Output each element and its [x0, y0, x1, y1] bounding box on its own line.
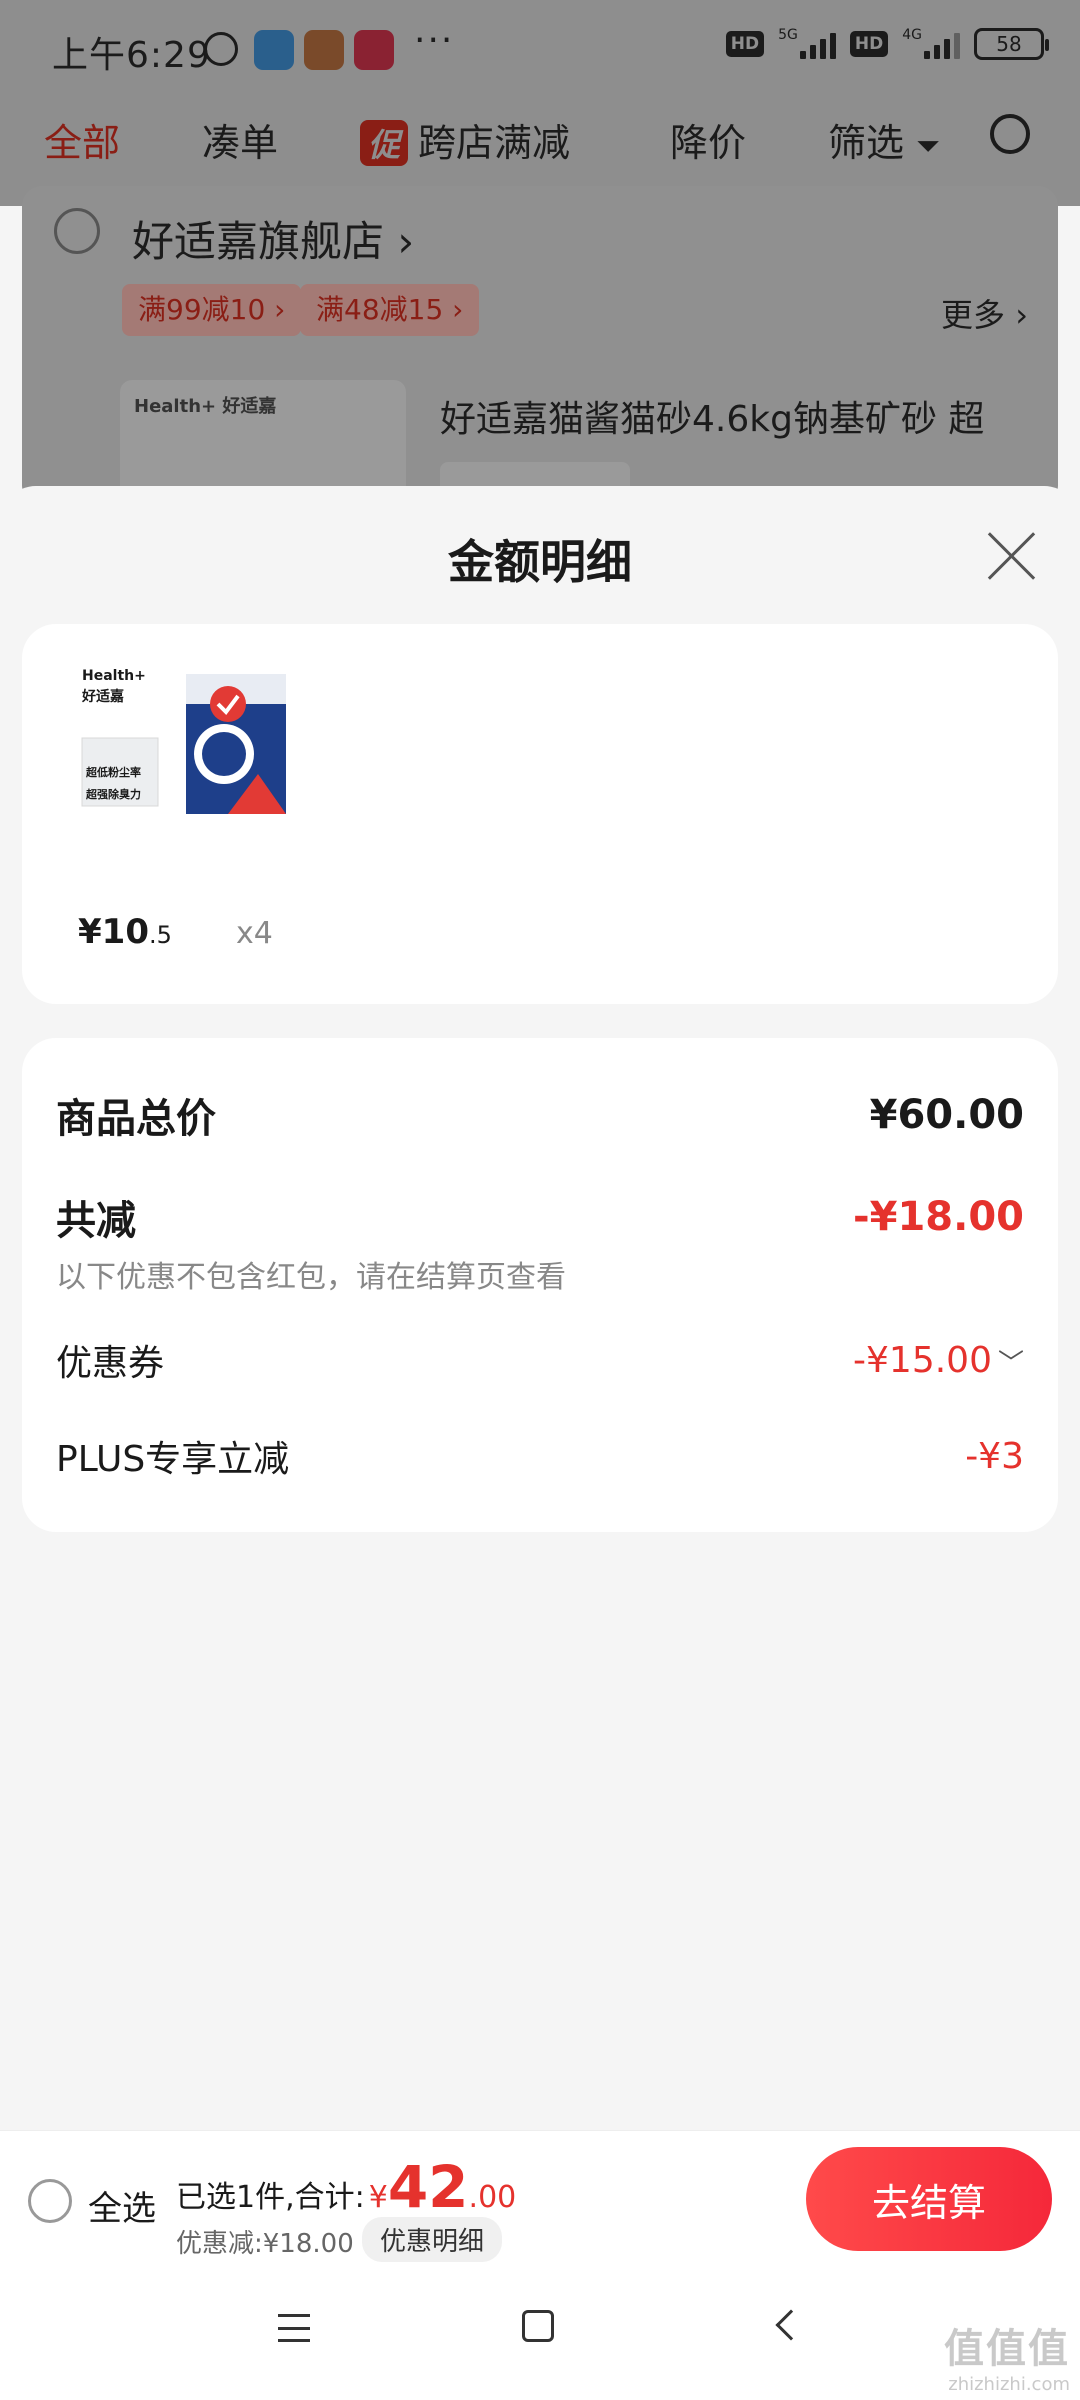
summary-card: 商品总价 ¥60.00 共减 -¥18.00 以下优惠不包含红包，请在结算页查看…: [22, 1038, 1058, 1532]
tag-text: 超强除臭力: [86, 788, 141, 801]
total-label: 商品总价: [56, 1096, 216, 1142]
tab-bundle[interactable]: 凑单: [202, 112, 278, 167]
chevron-down-icon[interactable]: ﹀: [998, 1343, 1024, 1380]
network-label: 5G: [778, 27, 798, 43]
select-all-radio[interactable]: [28, 2179, 72, 2223]
watermark-url: zhizhizhi.com: [948, 2374, 1070, 2395]
plus-label: PLUS专享立减: [56, 1439, 290, 1480]
status-time: 上午6:29: [52, 35, 211, 76]
plus-value: -¥3: [965, 1435, 1024, 1477]
selected-summary: 已选1件,合计: ¥ 42 .00: [176, 2153, 517, 2221]
watermark-logo: 值值值: [944, 2326, 1070, 2372]
coupon-chip[interactable]: 满99减10 ›: [122, 284, 302, 336]
total-row: 商品总价 ¥60.00: [56, 1086, 1024, 1144]
product-image: Health+ 好适嘉 超低粉尘率 超强除臭力: [78, 664, 288, 844]
coupon-amount: -¥15.00 ﹀: [853, 1340, 1024, 1381]
tab-all[interactable]: 全部: [44, 112, 120, 167]
total-value: ¥60.00: [869, 1092, 1024, 1138]
thumb-text: Health+ 好适嘉: [134, 396, 277, 417]
tab-cross-store-label: 跨店满减: [418, 121, 571, 165]
tab-filter[interactable]: 筛选 ⏷: [828, 112, 940, 167]
quantity: x4: [236, 916, 273, 951]
home-icon[interactable]: [522, 2310, 554, 2342]
reduce-value: -¥18.00: [853, 1194, 1024, 1240]
price-dec: .5: [148, 921, 172, 949]
discount-detail-button[interactable]: 优惠明细: [362, 2217, 503, 2262]
hd-badge: HD: [725, 31, 765, 57]
system-nav-bar: [0, 2266, 1080, 2400]
menu-icon[interactable]: [278, 2314, 310, 2342]
reduce-row: 共减 -¥18.00: [56, 1188, 1024, 1246]
checkout-button[interactable]: 去结算: [806, 2147, 1052, 2251]
signal-icon: [924, 29, 960, 59]
filter-icon: ⏷: [916, 129, 941, 164]
app-notification-icon: [354, 30, 394, 70]
sheet-title: 金额明细: [448, 535, 632, 589]
select-all-label[interactable]: 全选: [88, 2181, 156, 2230]
promo-badge: 促: [360, 120, 409, 166]
reduce-note: 以下优惠不包含红包，请在结算页查看: [56, 1260, 566, 1295]
alarm-icon: [204, 32, 238, 66]
search-icon[interactable]: [990, 114, 1030, 154]
product-card: Health+ 好适嘉 超低粉尘率 超强除臭力 ¥10.5 x4: [22, 624, 1058, 1004]
network-label: 4G: [902, 27, 922, 43]
screen: 上午6:29 ··· HD 5G HD 4G 58 全部 凑单 促跨店满减 降价…: [0, 0, 1080, 2400]
product-title[interactable]: 好适嘉猫酱猫砂4.6kg钠基矿砂 超: [440, 390, 984, 442]
brand-text: Health+: [82, 668, 146, 684]
more-coupons-link[interactable]: 更多 ›: [941, 290, 1028, 336]
tab-filter-label: 筛选: [828, 121, 905, 165]
status-bar: 上午6:29 ··· HD 5G HD 4G 58: [0, 0, 1080, 96]
total-amount-dec: .00: [468, 2180, 517, 2215]
tab-price-drop[interactable]: 降价: [670, 112, 746, 167]
currency-symbol: ¥: [368, 2180, 388, 2215]
tag-text: 超低粉尘率: [86, 766, 141, 779]
hd-badge: HD: [849, 31, 889, 57]
store-select-radio[interactable]: [54, 208, 100, 254]
watermark: 值值值 zhizhizhi.com: [944, 2316, 1070, 2395]
brand-cn-text: 好适嘉: [82, 689, 124, 705]
more-notifications-icon: ···: [414, 20, 455, 61]
price-int: ¥10: [78, 912, 149, 952]
reduce-label: 共减: [56, 1198, 136, 1244]
signal-icon: [799, 29, 836, 59]
battery-icon: 58: [974, 28, 1049, 60]
tab-cross-store[interactable]: 促跨店满减: [360, 112, 570, 167]
selected-label: 已选1件,合计:: [176, 2180, 365, 2215]
coupon-row[interactable]: 优惠券 -¥15.00 ﹀: [56, 1334, 1024, 1386]
discount-text: 优惠减:¥18.00: [176, 2229, 354, 2259]
coupon-label: 优惠券: [56, 1343, 165, 1384]
total-amount-int: 42: [387, 2153, 469, 2221]
back-icon[interactable]: [775, 2309, 807, 2341]
app-notification-icon: [254, 30, 294, 70]
app-notification-icon: [304, 30, 344, 70]
status-indicators: HD 5G HD 4G 58: [725, 27, 1049, 60]
coupon-chip[interactable]: 满48减15 ›: [300, 284, 480, 336]
plus-row: PLUS专享立减 -¥3: [56, 1430, 1024, 1482]
store-name[interactable]: 好适嘉旗舰店 ›: [132, 208, 414, 269]
checkout-bar: 全选 已选1件,合计: ¥ 42 .00 优惠减:¥18.00 优惠明细 去结算: [0, 2130, 1080, 2266]
amount-detail-sheet: 金额明细 Health+ 好适嘉 超低粉尘率 超强除臭力 ¥10.5 x4 商品…: [0, 486, 1080, 2130]
unit-price: ¥10.5: [78, 912, 172, 952]
coupon-value: -¥15.00: [853, 1339, 992, 1381]
close-icon[interactable]: [986, 530, 1038, 582]
